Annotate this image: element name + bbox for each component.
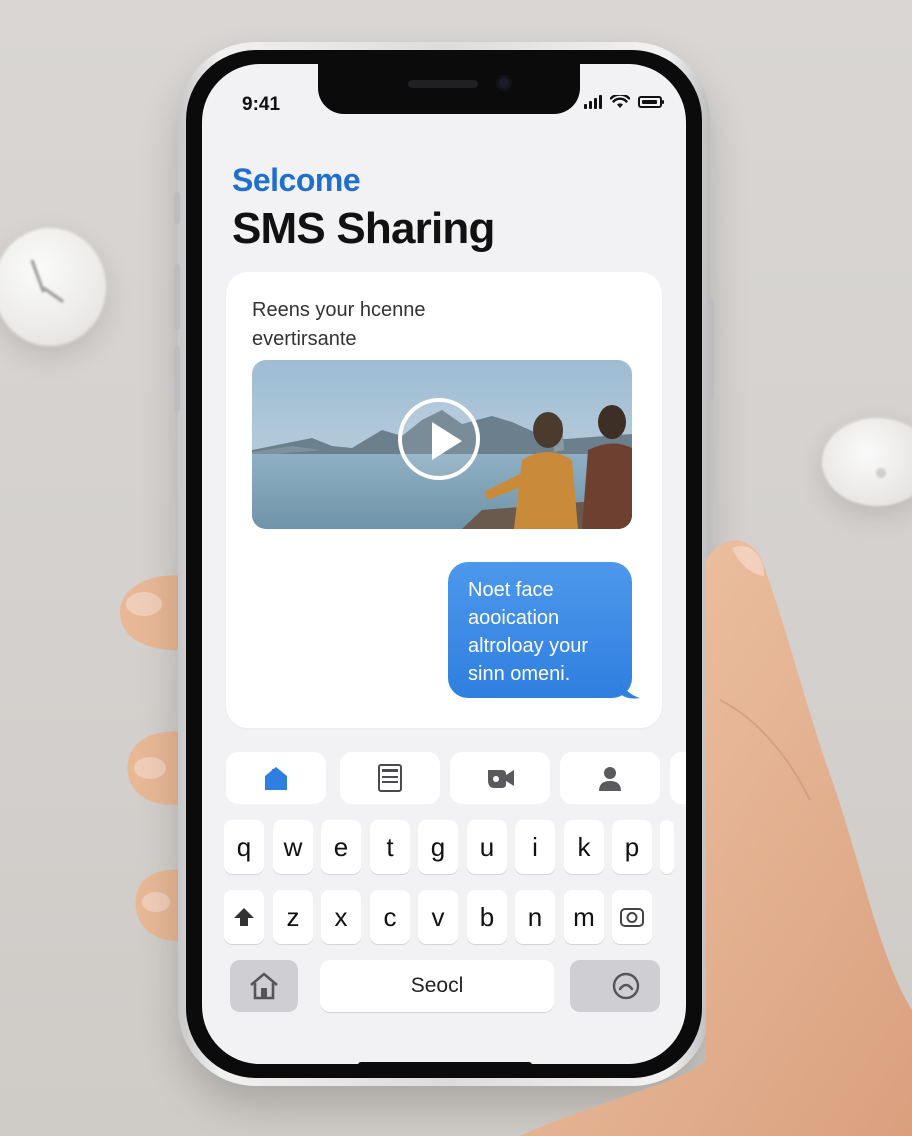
- wifi-icon: [610, 95, 630, 108]
- card-text-line-1: Reens your hcenne: [252, 299, 426, 321]
- status-time: 9:41: [242, 94, 281, 115]
- key-p[interactable]: p: [612, 820, 652, 874]
- camera-icon: [620, 908, 644, 927]
- shift-key[interactable]: [224, 890, 264, 944]
- key-x[interactable]: x: [321, 890, 361, 944]
- key-b[interactable]: b: [467, 890, 507, 944]
- home-key[interactable]: [230, 960, 298, 1012]
- power-button: [708, 298, 714, 400]
- play-button[interactable]: [398, 398, 480, 480]
- message-bubble-text: Noet face aooication altroloay your sinn…: [468, 576, 624, 688]
- phone-frame: 9:41 Selcome SMS Sharing Reens your hcen…: [174, 42, 714, 1086]
- shift-arrow-icon: [234, 908, 254, 926]
- bubble-line-2: aooication: [468, 607, 560, 629]
- background-knob: [822, 418, 912, 506]
- welcome-heading: Selcome: [232, 162, 361, 198]
- video-camera-icon: [488, 770, 514, 788]
- message-card: Reens your hcenne evertirsante Noet face…: [226, 272, 662, 728]
- volume-up-button: [174, 264, 180, 330]
- document-icon: [378, 764, 402, 792]
- card-text: Reens your hcenne evertirsante: [252, 296, 512, 354]
- message-bubble: Noet face aooication altroloay your sinn…: [448, 562, 632, 698]
- key-n[interactable]: n: [515, 890, 555, 944]
- key-c[interactable]: c: [370, 890, 410, 944]
- person-icon: [599, 767, 621, 791]
- key-z[interactable]: z: [273, 890, 313, 944]
- quick-document-button[interactable]: [340, 752, 440, 804]
- bubble-line-3: altroloay your: [468, 635, 589, 657]
- page-title: SMS Sharing: [232, 204, 495, 253]
- front-camera: [496, 75, 512, 91]
- status-icons: [584, 95, 664, 109]
- key-g[interactable]: g: [418, 820, 458, 874]
- key-i[interactable]: i: [515, 820, 555, 874]
- key-m[interactable]: m: [564, 890, 604, 944]
- signal-icon: [584, 95, 602, 109]
- key-v[interactable]: v: [418, 890, 458, 944]
- emoji-key[interactable]: [570, 960, 660, 1012]
- quick-action-row: [226, 752, 686, 804]
- smiley-icon: [612, 972, 640, 1000]
- key-k[interactable]: k: [564, 820, 604, 874]
- phone-screen: 9:41 Selcome SMS Sharing Reens your hcen…: [202, 64, 686, 1064]
- quick-more-button[interactable]: [670, 752, 686, 804]
- side-button: [174, 192, 180, 224]
- quick-contact-button[interactable]: [560, 752, 660, 804]
- background-clock: [0, 228, 106, 346]
- card-text-line-2: evertirsante: [252, 328, 357, 350]
- key-u[interactable]: u: [467, 820, 507, 874]
- key-t[interactable]: t: [370, 820, 410, 874]
- key-w[interactable]: w: [273, 820, 313, 874]
- space-key[interactable]: Seocl: [320, 960, 554, 1012]
- battery-icon: [638, 96, 664, 108]
- home-icon: [265, 767, 287, 790]
- volume-down-button: [174, 346, 180, 412]
- key-q[interactable]: q: [224, 820, 264, 874]
- quick-video-button[interactable]: [450, 752, 550, 804]
- play-icon: [432, 422, 462, 460]
- notch: [318, 64, 580, 114]
- bubble-line-4: sinn omeni.: [468, 663, 571, 685]
- house-icon: [250, 972, 278, 1000]
- quick-home-button[interactable]: [226, 752, 326, 804]
- bubble-line-1: Noet face: [468, 579, 554, 601]
- home-indicator[interactable]: [358, 1062, 532, 1064]
- key-partial[interactable]: [660, 820, 674, 874]
- video-thumbnail[interactable]: [252, 360, 632, 529]
- key-e[interactable]: e: [321, 820, 361, 874]
- bubble-tail: [620, 680, 640, 699]
- camera-key[interactable]: [612, 890, 652, 944]
